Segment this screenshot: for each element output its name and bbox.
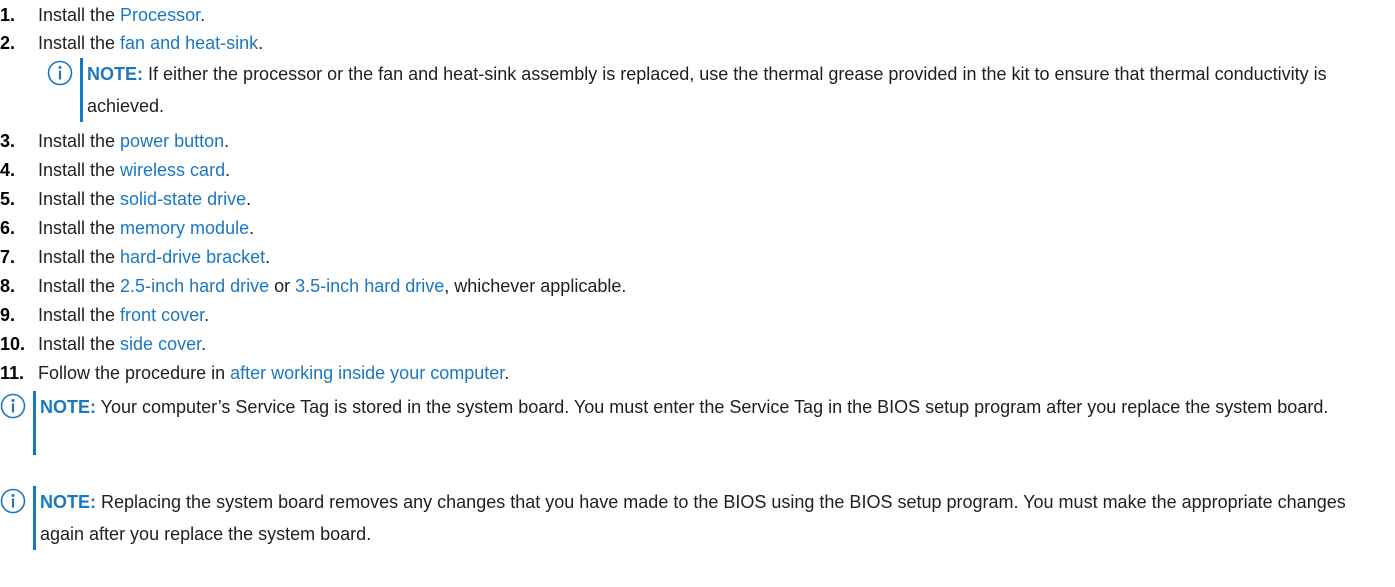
solid-state-drive-link[interactable]: solid-state drive [120, 189, 246, 209]
wireless-card-link[interactable]: wireless card [120, 160, 225, 180]
step-number: 11. [0, 363, 25, 383]
step-text: Install the [38, 160, 121, 180]
step-text: Install the [38, 276, 121, 296]
power-button-link[interactable]: power button [120, 131, 224, 151]
step-text-end: . [265, 247, 271, 267]
processor-link[interactable]: Processor [120, 5, 200, 25]
step-text-end: . [258, 33, 264, 53]
step-text-end: . [201, 334, 207, 354]
info-circle-icon [0, 393, 26, 419]
step-text-end: . [504, 363, 510, 383]
step-text-end: , whichever applicable. [444, 276, 627, 296]
note-body: Replacing the system board removes any c… [40, 492, 1346, 544]
step-text: Install the [38, 5, 121, 25]
step-10: 10. Install the side cover. [0, 331, 206, 357]
step-number: 3. [0, 131, 16, 151]
note-bar [33, 391, 36, 455]
step-text: Install the [38, 218, 121, 238]
step-2: 2. Install the fan and heat-sink. [0, 30, 263, 56]
note-bar [80, 58, 83, 122]
step-11: 11. Follow the procedure in after working… [0, 360, 509, 386]
note-body: If either the processor or the fan and h… [87, 64, 1327, 116]
side-cover-link[interactable]: side cover [120, 334, 201, 354]
hard-drive-3-5-inch-link[interactable]: 3.5-inch hard drive [295, 276, 444, 296]
step-7: 7. Install the hard-drive bracket. [0, 244, 270, 270]
step-text: Install the [38, 33, 121, 53]
step-text: Install the [38, 247, 121, 267]
note-label: NOTE: [40, 492, 96, 512]
step-text-end: . [246, 189, 252, 209]
step-number: 5. [0, 189, 16, 209]
note-thermal-grease: NOTE: If either the processor or the fan… [47, 58, 1395, 122]
note-text: NOTE: Your computer’s Service Tag is sto… [40, 391, 1390, 423]
step-number: 9. [0, 305, 16, 325]
note-label: NOTE: [87, 64, 143, 84]
step-5: 5. Install the solid-state drive. [0, 186, 251, 212]
step-9: 9. Install the front cover. [0, 302, 209, 328]
step-text-end: . [204, 305, 210, 325]
hard-drive-2-5-inch-link[interactable]: 2.5-inch hard drive [120, 276, 269, 296]
note-label: NOTE: [40, 397, 96, 417]
note-body: Your computer’s Service Tag is stored in… [96, 397, 1329, 417]
step-text: Install the [38, 131, 121, 151]
step-text-end: . [224, 131, 230, 151]
step-number: 2. [0, 33, 16, 53]
step-6: 6. Install the memory module. [0, 215, 254, 241]
note-service-tag: NOTE: Your computer’s Service Tag is sto… [0, 391, 1395, 455]
step-number: 6. [0, 218, 16, 238]
step-text-or: or [269, 276, 296, 296]
step-number: 8. [0, 276, 16, 296]
step-text: Install the [38, 189, 121, 209]
after-working-inside-link[interactable]: after working inside your computer [230, 363, 504, 383]
note-text: NOTE: Replacing the system board removes… [40, 486, 1390, 550]
memory-module-link[interactable]: memory module [120, 218, 249, 238]
info-circle-icon [0, 488, 26, 514]
step-8: 8. Install the 2.5-inch hard drive or 3.5… [0, 273, 626, 299]
step-number: 1. [0, 5, 16, 25]
info-circle-icon [47, 60, 73, 86]
step-text: Install the [38, 334, 121, 354]
step-text: Follow the procedure in [38, 363, 231, 383]
step-3: 3. Install the power button. [0, 128, 229, 154]
note-bar [33, 486, 36, 550]
step-text-end: . [249, 218, 255, 238]
fan-heat-sink-link[interactable]: fan and heat-sink [120, 33, 258, 53]
step-text-end: . [225, 160, 231, 180]
step-text-end: . [200, 5, 206, 25]
step-text: Install the [38, 305, 121, 325]
step-1: 1. Install the Processor. [0, 2, 205, 28]
note-text: NOTE: If either the processor or the fan… [87, 58, 1392, 122]
note-bios-changes: NOTE: Replacing the system board removes… [0, 486, 1395, 550]
front-cover-link[interactable]: front cover [120, 305, 204, 325]
hard-drive-bracket-link[interactable]: hard-drive bracket [120, 247, 265, 267]
step-number: 10. [0, 334, 26, 354]
step-number: 4. [0, 160, 16, 180]
step-number: 7. [0, 247, 16, 267]
procedure-page: 1. Install the Processor. 2. Install the f… [0, 0, 1395, 587]
step-4: 4. Install the wireless card. [0, 157, 230, 183]
